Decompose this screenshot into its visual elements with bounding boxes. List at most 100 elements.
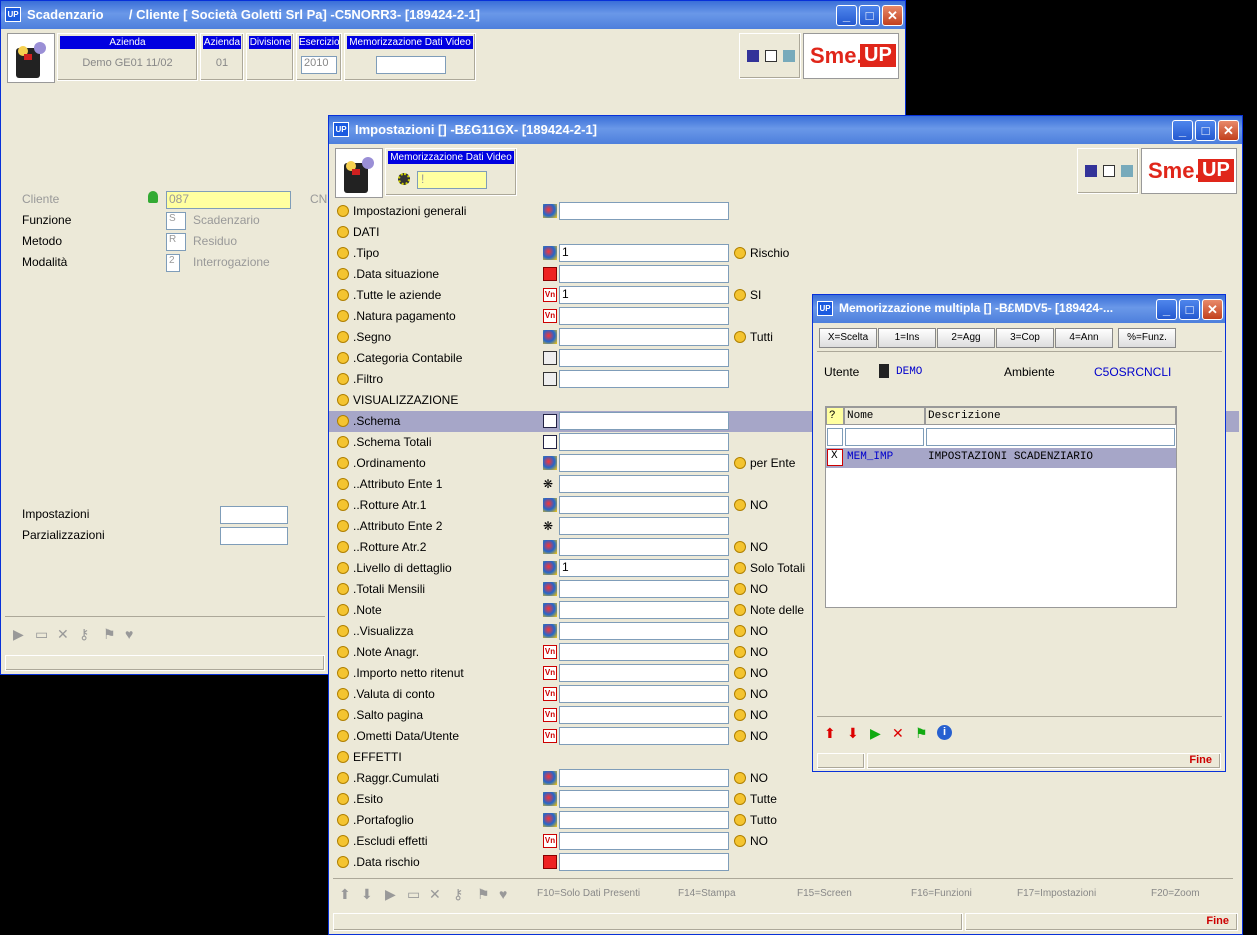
document-icon[interactable] bbox=[765, 50, 777, 62]
link-icon[interactable]: ▭ bbox=[35, 626, 48, 643]
gear-icon[interactable] bbox=[398, 173, 410, 185]
setting-field[interactable] bbox=[559, 328, 729, 346]
minimize-button[interactable]: _ bbox=[1172, 120, 1193, 141]
info-icon[interactable]: i bbox=[937, 725, 952, 740]
setting-field[interactable] bbox=[559, 769, 729, 787]
setting-field[interactable] bbox=[559, 412, 729, 430]
ball-icon[interactable] bbox=[543, 603, 557, 617]
arrow-up-icon[interactable]: ⬆ bbox=[824, 725, 836, 742]
close-button[interactable]: ✕ bbox=[882, 5, 903, 26]
ball-icon[interactable] bbox=[543, 498, 557, 512]
flag-icon[interactable]: ⚑ bbox=[477, 886, 490, 903]
title-bar[interactable]: UP Scadenzario / Cliente [ Società Golet… bbox=[1, 1, 905, 29]
fkey-f17[interactable]: F17=Impostazioni bbox=[1017, 888, 1096, 899]
setting-field[interactable]: 1 bbox=[559, 286, 729, 304]
close-button[interactable]: ✕ bbox=[1218, 120, 1239, 141]
settings-row[interactable]: .Data rischio bbox=[329, 852, 1239, 873]
setting-field[interactable]: 1 bbox=[559, 559, 729, 577]
ball-icon[interactable] bbox=[543, 204, 557, 218]
copy-icon[interactable] bbox=[543, 414, 557, 428]
flag-icon[interactable]: ⚑ bbox=[915, 725, 928, 742]
key-icon[interactable]: ⚷ bbox=[453, 886, 463, 903]
arrow-down-icon[interactable]: ⬇ bbox=[847, 725, 859, 742]
cop-button[interactable]: 3=Cop bbox=[996, 328, 1054, 348]
setting-field[interactable] bbox=[559, 202, 729, 220]
scelta-button[interactable]: X=Scelta bbox=[819, 328, 877, 348]
setting-field[interactable] bbox=[559, 832, 729, 850]
setting-field[interactable] bbox=[559, 580, 729, 598]
setting-field[interactable] bbox=[559, 727, 729, 745]
ball-icon[interactable] bbox=[543, 540, 557, 554]
ball-icon[interactable] bbox=[543, 792, 557, 806]
paw-icon[interactable]: ❋ bbox=[543, 477, 557, 491]
funz-button[interactable]: %=Funz. bbox=[1118, 328, 1176, 348]
title-bar[interactable]: UP Memorizzazione multipla [] -B£MDV5- [… bbox=[813, 295, 1225, 323]
vn-icon[interactable]: Vn bbox=[543, 288, 557, 302]
setting-field[interactable] bbox=[559, 370, 729, 388]
monitor-icon[interactable] bbox=[1085, 165, 1097, 177]
impostazioni-field[interactable] bbox=[220, 506, 288, 524]
settings-row[interactable]: .Escludi effetti Vn NO bbox=[329, 831, 1239, 852]
vn-icon[interactable]: Vn bbox=[543, 309, 557, 323]
settings-row[interactable]: .Esito Tutte bbox=[329, 789, 1239, 810]
vn-icon[interactable]: Vn bbox=[543, 708, 557, 722]
agg-button[interactable]: 2=Agg bbox=[937, 328, 995, 348]
setting-field[interactable] bbox=[559, 622, 729, 640]
fkey-f10[interactable]: F10=Solo Dati Presenti bbox=[537, 888, 640, 899]
filter-select[interactable] bbox=[827, 428, 843, 446]
funzione-code[interactable]: S bbox=[166, 212, 186, 230]
modalita-code[interactable]: 2 bbox=[166, 254, 180, 272]
arrow-down-icon[interactable]: ⬇ bbox=[361, 886, 373, 903]
ball-icon[interactable] bbox=[543, 456, 557, 470]
settings-row[interactable]: DATI bbox=[329, 222, 1239, 243]
link-icon[interactable]: ▭ bbox=[407, 886, 420, 903]
settings-row[interactable]: .Data situazione bbox=[329, 264, 1239, 285]
ins-button[interactable]: 1=Ins bbox=[878, 328, 936, 348]
maximize-button[interactable]: □ bbox=[859, 5, 880, 26]
col-descrizione[interactable]: Descrizione bbox=[925, 407, 1176, 425]
settings-row[interactable]: Impostazioni generali bbox=[329, 201, 1239, 222]
metodo-code[interactable]: R bbox=[166, 233, 186, 251]
setting-field[interactable] bbox=[559, 811, 729, 829]
fkey-f15[interactable]: F15=Screen bbox=[797, 888, 852, 899]
setting-field[interactable] bbox=[559, 790, 729, 808]
monitor-icon[interactable] bbox=[747, 50, 759, 62]
key-icon[interactable]: ⚷ bbox=[79, 626, 89, 643]
setting-field[interactable] bbox=[559, 601, 729, 619]
ball-icon[interactable] bbox=[543, 771, 557, 785]
setting-field[interactable] bbox=[559, 265, 729, 283]
ball-icon[interactable] bbox=[543, 246, 557, 260]
flag-icon[interactable]: ⚑ bbox=[103, 626, 116, 643]
setting-field[interactable] bbox=[559, 475, 729, 493]
table-row[interactable]: X MEM_IMP IMPOSTAZIONI SCADENZIARIO bbox=[826, 448, 1176, 468]
setting-field[interactable] bbox=[559, 643, 729, 661]
setting-field[interactable] bbox=[559, 664, 729, 682]
setting-field[interactable] bbox=[559, 307, 729, 325]
row-select-field[interactable]: X bbox=[827, 449, 843, 466]
ball-icon[interactable] bbox=[543, 330, 557, 344]
cliente-field[interactable]: 087 bbox=[166, 191, 291, 209]
memorizzazione-field[interactable]: ! bbox=[417, 171, 487, 189]
fkey-f14[interactable]: F14=Stampa bbox=[678, 888, 736, 899]
ball-icon[interactable] bbox=[543, 813, 557, 827]
setting-field[interactable] bbox=[559, 538, 729, 556]
play-icon[interactable]: ▶ bbox=[13, 626, 24, 643]
memorizzazione-field[interactable] bbox=[376, 56, 446, 74]
document-icon[interactable] bbox=[1103, 165, 1115, 177]
ball-icon[interactable] bbox=[543, 561, 557, 575]
arrow-up-icon[interactable]: ⬆ bbox=[339, 886, 351, 903]
col-nome[interactable]: Nome bbox=[844, 407, 925, 425]
setting-field[interactable] bbox=[559, 685, 729, 703]
heart-icon[interactable]: ♥ bbox=[499, 886, 507, 902]
delete-icon[interactable]: ✕ bbox=[429, 886, 441, 903]
setting-field[interactable] bbox=[559, 454, 729, 472]
close-button[interactable]: ✕ bbox=[1202, 299, 1223, 320]
setting-field[interactable] bbox=[559, 853, 729, 871]
play-icon[interactable]: ▶ bbox=[385, 886, 396, 903]
paw-icon[interactable]: ❋ bbox=[543, 519, 557, 533]
cube-icon[interactable] bbox=[783, 50, 795, 62]
setting-field[interactable]: 1 bbox=[559, 244, 729, 262]
maximize-button[interactable]: □ bbox=[1195, 120, 1216, 141]
maximize-button[interactable]: □ bbox=[1179, 299, 1200, 320]
minimize-button[interactable]: _ bbox=[1156, 299, 1177, 320]
